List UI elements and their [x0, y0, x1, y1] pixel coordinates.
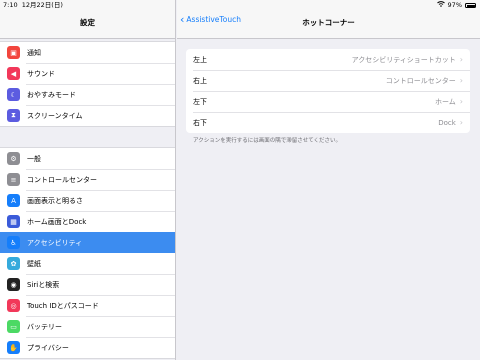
chevron-right-icon: ›: [459, 97, 463, 106]
hot-corner-row[interactable]: 左上 アクセシビリティショートカット ›: [186, 49, 470, 70]
fingerprint-icon: ◎: [7, 299, 20, 312]
toggles-icon: ≡: [7, 173, 20, 186]
moon-icon: ☾: [7, 88, 20, 101]
sidebar-group-1: ▣ 通知 ◀ サウンド ☾ おやすみモード ⧗ スクリーンタイム: [0, 41, 175, 127]
footer-note: アクションを実行するには画面の隅で滞留させてください。: [193, 138, 342, 144]
sidebar-item[interactable]: ⧗ スクリーンタイム: [0, 105, 175, 126]
corner-label: 左下: [193, 97, 207, 106]
sidebar-item-label: 一般: [27, 154, 41, 163]
sidebar-group-2: ⚙ 一般 ≡ コントロールセンター A 画面表示と明るさ ▦ ホーム画面とDock ♿ アクセシビ…: [0, 147, 175, 359]
sidebar-item[interactable]: A 画面表示と明るさ: [0, 190, 175, 211]
sidebar-item-label: アクセシビリティ: [27, 238, 83, 247]
corner-label: 左上: [193, 55, 207, 64]
sidebar-item-label: Siriと検索: [27, 280, 60, 289]
corner-label: 右上: [193, 76, 207, 85]
sidebar-item[interactable]: ✿ 壁紙: [0, 253, 175, 274]
sidebar-item[interactable]: ☾ おやすみモード: [0, 84, 175, 105]
sidebar-item-label: 通知: [27, 48, 41, 57]
sidebar-item-label: サウンド: [27, 69, 55, 78]
sidebar-item[interactable]: ▦ ホーム画面とDock: [0, 211, 175, 232]
battery-percent: 97%: [447, 1, 462, 9]
accessibility-icon: ♿: [7, 236, 20, 249]
hot-corner-row[interactable]: 左下 ホーム ›: [186, 91, 470, 112]
chevron-right-icon: ›: [459, 76, 463, 85]
page-title: ホットコーナー: [302, 18, 355, 27]
status-time: 7:10 12月22日(日): [3, 1, 63, 9]
sidebar-item[interactable]: ▭ バッテリー: [0, 316, 175, 337]
sidebar-item[interactable]: ◉ Siriと検索: [0, 274, 175, 295]
sidebar-item-label: おやすみモード: [27, 90, 76, 99]
sidebar-item[interactable]: ≡ コントロールセンター: [0, 169, 175, 190]
status-bar: 7:10 12月22日(日) 97%: [0, 0, 480, 11]
battery-icon: [465, 3, 476, 8]
sidebar-item[interactable]: ♿ アクセシビリティ: [0, 232, 175, 253]
speaker-icon: ◀: [7, 67, 20, 80]
detail-pane: ‹ AssistiveTouch ホットコーナー 左上 アクセシビリティショートカ…: [177, 0, 480, 360]
wifi-icon: [436, 0, 445, 11]
battery-icon: ▭: [7, 320, 20, 333]
flower-icon: ✿: [7, 257, 20, 270]
sidebar-item-label: コントロールセンター: [27, 175, 97, 184]
chevron-right-icon: ›: [459, 55, 463, 64]
sidebar-item-label: 壁紙: [27, 259, 41, 268]
sidebar-item[interactable]: ◀ サウンド: [0, 63, 175, 84]
hot-corner-row[interactable]: 右上 コントロールセンター ›: [186, 70, 470, 91]
bell-icon: ▣: [7, 46, 20, 59]
sidebar-item[interactable]: ▣ 通知: [0, 42, 175, 63]
hand-icon: ✋: [7, 341, 20, 354]
status-right: 97%: [436, 0, 476, 11]
chevron-right-icon: ›: [459, 118, 463, 127]
sidebar-item[interactable]: ◎ Touch IDとパスコード: [0, 295, 175, 316]
corner-action-value: コントロールセンター: [385, 76, 456, 85]
sidebar-item-label: プライバシー: [27, 343, 69, 352]
sidebar-item[interactable]: ✋ プライバシー: [0, 337, 175, 358]
corner-action-value: Dock: [438, 118, 456, 127]
siri-icon: ◉: [7, 278, 20, 291]
sidebar-item-label: スクリーンタイム: [27, 111, 83, 120]
sidebar-title: 設定: [80, 18, 95, 27]
sidebar-item-label: Touch IDとパスコード: [27, 301, 99, 310]
corner-action-value: ホーム: [435, 97, 456, 106]
hot-corner-list: 左上 アクセシビリティショートカット › 右上 コントロールセンター › 左下 ホーム › 右下 D…: [186, 49, 470, 133]
corner-label: 右下: [193, 118, 207, 127]
hourglass-icon: ⧗: [7, 109, 20, 122]
sidebar-item-label: バッテリー: [27, 322, 62, 331]
sidebar-item[interactable]: ⚙ 一般: [0, 148, 175, 169]
sidebar-item-label: ホーム画面とDock: [27, 217, 87, 226]
text-size-icon: A: [7, 194, 20, 207]
corner-action-value: アクセシビリティショートカット: [351, 55, 456, 64]
hot-corner-row[interactable]: 右下 Dock ›: [186, 112, 470, 133]
sidebar-item-label: 画面表示と明るさ: [27, 196, 83, 205]
settings-sidebar: 設定 ▣ 通知 ◀ サウンド ☾ おやすみモード ⧗ スクリーンタイム ⚙ 一般 ≡ コントロールセ…: [0, 0, 176, 360]
gear-icon: ⚙: [7, 152, 20, 165]
grid-icon: ▦: [7, 215, 20, 228]
